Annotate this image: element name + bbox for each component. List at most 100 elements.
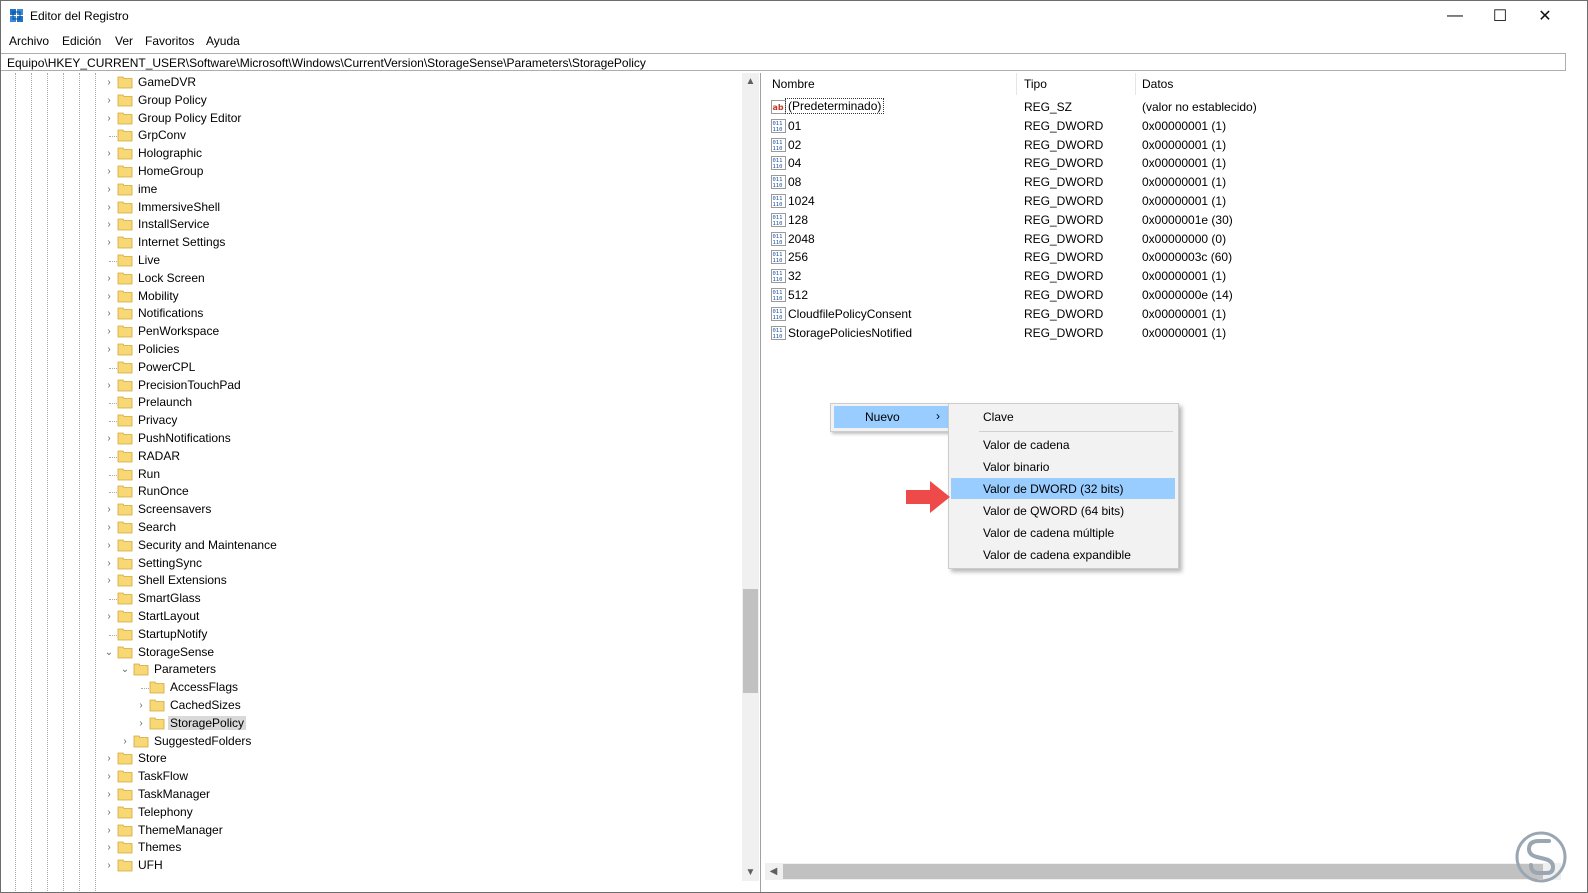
tree-item[interactable]: › StartLayout <box>1 608 741 626</box>
tree-item[interactable]: ⌄ StorageSense <box>1 644 741 662</box>
value-row[interactable]: 011 110 StoragePoliciesNotified REG_DWORD 0x… <box>765 324 1565 343</box>
column-separator[interactable] <box>1135 73 1136 95</box>
menu-favoritos[interactable]: Favoritos <box>145 34 194 48</box>
tree-item[interactable]: › Themes <box>1 839 741 857</box>
chevron-right-icon[interactable]: › <box>103 611 115 622</box>
tree-item[interactable]: › UFH <box>1 857 741 875</box>
chevron-right-icon[interactable]: › <box>103 753 115 764</box>
chevron-right-icon[interactable]: › <box>103 326 115 337</box>
chevron-right-icon[interactable]: › <box>103 113 115 124</box>
tree-item[interactable]: › Search <box>1 519 741 537</box>
value-row[interactable]: 011 110 128 REG_DWORD 0x0000001e (30) <box>765 211 1565 230</box>
chevron-right-icon[interactable]: › <box>103 344 115 355</box>
submenu-item-valor-cadena-multiple[interactable]: Valor de cadena múltiple <box>951 522 1175 543</box>
maximize-button[interactable]: ☐ <box>1477 1 1523 31</box>
value-row[interactable]: 011 110 2048 REG_DWORD 0x00000000 (0) <box>765 230 1565 249</box>
chevron-right-icon[interactable]: › <box>103 77 115 88</box>
tree-item[interactable]: › Notifications <box>1 305 741 323</box>
chevron-right-icon[interactable]: › <box>103 771 115 782</box>
value-row[interactable]: 011 110 256 REG_DWORD 0x0000003c (60) <box>765 248 1565 267</box>
tree-item[interactable]: › Telephony <box>1 804 741 822</box>
tree-item[interactable]: PowerCPL <box>1 359 741 377</box>
menu-ver[interactable]: Ver <box>115 34 133 48</box>
tree-vertical-scrollbar[interactable]: ▲ ▼ <box>742 73 759 881</box>
chevron-right-icon[interactable]: › <box>103 273 115 284</box>
chevron-right-icon[interactable]: › <box>103 558 115 569</box>
value-row[interactable]: 011 110 08 REG_DWORD 0x00000001 (1) <box>765 173 1565 192</box>
chevron-right-icon[interactable]: › <box>103 380 115 391</box>
key-tree-pane[interactable]: › GameDVR › Group Policy › Group Policy Edito… <box>1 73 761 892</box>
tree-item[interactable]: › TaskManager <box>1 786 741 804</box>
tree-item[interactable]: › PrecisionTouchPad <box>1 377 741 395</box>
scroll-down-icon[interactable]: ▼ <box>742 864 759 881</box>
submenu-item-clave[interactable]: Clave <box>951 406 1175 427</box>
tree-item[interactable]: › Security and Maintenance <box>1 537 741 555</box>
submenu-item-valor-dword[interactable]: Valor de DWORD (32 bits) <box>951 478 1175 499</box>
chevron-right-icon[interactable]: › <box>103 825 115 836</box>
tree-item[interactable]: › SettingSync <box>1 555 741 573</box>
value-row[interactable]: 011 110 04 REG_DWORD 0x00000001 (1) <box>765 154 1565 173</box>
tree-item[interactable]: AccessFlags <box>1 679 741 697</box>
tree-item[interactable]: › Shell Extensions <box>1 572 741 590</box>
value-row[interactable]: ab (Predeterminado) REG_SZ (valor no establ… <box>765 98 1565 117</box>
tree-item[interactable]: › Holographic <box>1 145 741 163</box>
address-bar[interactable]: Equipo\HKEY_CURRENT_USER\Software\Micros… <box>1 53 1566 71</box>
chevron-right-icon[interactable]: › <box>103 202 115 213</box>
tree-item[interactable]: › PenWorkspace <box>1 323 741 341</box>
tree-item[interactable]: RunOnce <box>1 483 741 501</box>
values-horizontal-scrollbar[interactable]: ◀ <box>765 863 1561 880</box>
chevron-right-icon[interactable]: › <box>103 522 115 533</box>
tree-item[interactable]: › PushNotifications <box>1 430 741 448</box>
tree-item[interactable]: › Group Policy Editor <box>1 110 741 128</box>
tree-item[interactable]: Privacy <box>1 412 741 430</box>
tree-item[interactable]: › Store <box>1 750 741 768</box>
menu-archivo[interactable]: Archivo <box>9 34 49 48</box>
chevron-right-icon[interactable]: › <box>103 95 115 106</box>
tree-item[interactable]: › StoragePolicy <box>1 715 741 733</box>
chevron-right-icon[interactable]: › <box>103 237 115 248</box>
tree-item[interactable]: › Group Policy <box>1 92 741 110</box>
chevron-right-icon[interactable]: › <box>103 166 115 177</box>
value-row[interactable]: 011 110 1024 REG_DWORD 0x00000001 (1) <box>765 192 1565 211</box>
menu-edicion[interactable]: Edición <box>62 34 101 48</box>
tree-item[interactable]: Live <box>1 252 741 270</box>
tree-item[interactable]: › ThemeManager <box>1 822 741 840</box>
tree-item[interactable]: Prelaunch <box>1 394 741 412</box>
value-row[interactable]: 011 110 02 REG_DWORD 0x00000001 (1) <box>765 136 1565 155</box>
chevron-right-icon[interactable]: › <box>103 219 115 230</box>
chevron-right-icon[interactable]: › <box>103 860 115 871</box>
tree-item[interactable]: › Policies <box>1 341 741 359</box>
chevron-right-icon[interactable]: › <box>119 736 131 747</box>
tree-item[interactable]: RADAR <box>1 448 741 466</box>
tree-item[interactable]: › CachedSizes <box>1 697 741 715</box>
submenu-item-valor-cadena[interactable]: Valor de cadena <box>951 434 1175 455</box>
column-header-datos[interactable]: Datos <box>1142 77 1173 91</box>
chevron-right-icon[interactable]: › <box>135 700 147 711</box>
tree-item[interactable]: SmartGlass <box>1 590 741 608</box>
tree-item[interactable]: › InstallService <box>1 216 741 234</box>
chevron-right-icon[interactable]: › <box>103 789 115 800</box>
chevron-down-icon[interactable]: ⌄ <box>119 664 131 675</box>
tree-item[interactable]: ⌄ Parameters <box>1 661 741 679</box>
tree-item[interactable]: › HomeGroup <box>1 163 741 181</box>
tree-item[interactable]: › TaskFlow <box>1 768 741 786</box>
tree-item[interactable]: › SuggestedFolders <box>1 733 741 751</box>
values-scroll-thumb[interactable] <box>783 864 1543 879</box>
chevron-right-icon[interactable]: › <box>103 540 115 551</box>
submenu-item-valor-qword[interactable]: Valor de QWORD (64 bits) <box>951 500 1175 521</box>
tree-item[interactable]: › ImmersiveShell <box>1 199 741 217</box>
chevron-right-icon[interactable]: › <box>103 148 115 159</box>
value-row[interactable]: 011 110 32 REG_DWORD 0x00000001 (1) <box>765 267 1565 286</box>
chevron-right-icon[interactable]: › <box>103 504 115 515</box>
tree-item[interactable]: › GameDVR <box>1 74 741 92</box>
chevron-right-icon[interactable]: › <box>103 575 115 586</box>
chevron-right-icon[interactable]: › <box>103 184 115 195</box>
value-row[interactable]: 011 110 01 REG_DWORD 0x00000001 (1) <box>765 117 1565 136</box>
column-header-tipo[interactable]: Tipo <box>1024 77 1047 91</box>
chevron-down-icon[interactable]: ⌄ <box>103 647 115 658</box>
tree-item[interactable]: › Lock Screen <box>1 270 741 288</box>
value-row[interactable]: 011 110 CloudfilePolicyConsent REG_DWORD 0x0… <box>765 305 1565 324</box>
close-button[interactable]: ✕ <box>1522 1 1568 31</box>
tree-item[interactable]: › Internet Settings <box>1 234 741 252</box>
tree-item[interactable]: › Mobility <box>1 288 741 306</box>
